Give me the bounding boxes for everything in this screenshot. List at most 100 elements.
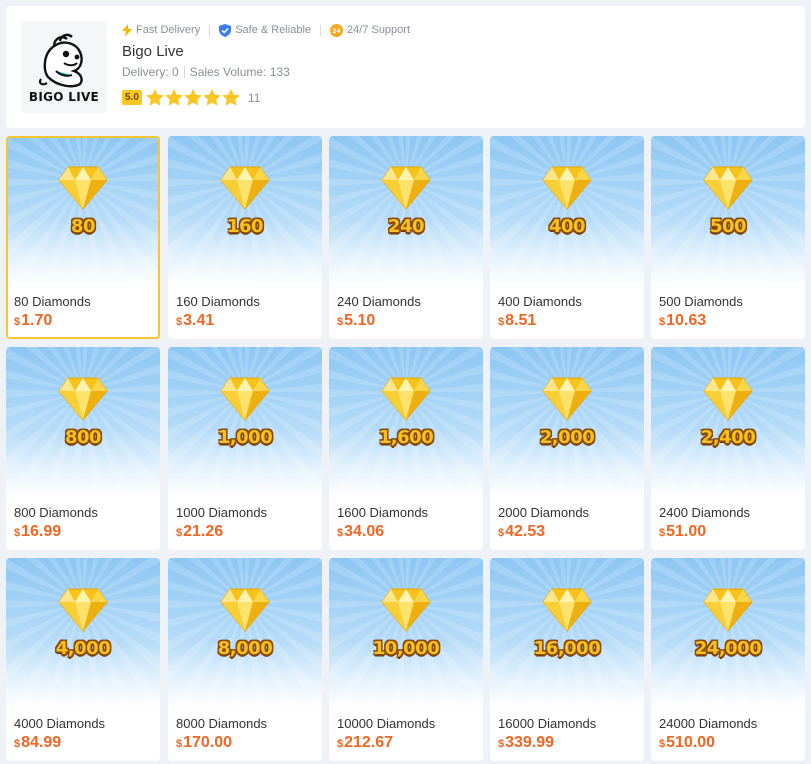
diamond-icon [542, 588, 592, 632]
product-price: $5.10 [337, 312, 375, 330]
diamond-amount-badge: 80 [70, 216, 96, 237]
product-card[interactable]: 2,400 2400 Diamonds $51.00 [651, 347, 805, 550]
product-card[interactable]: 80 80 Diamonds $1.70 [6, 136, 160, 339]
product-card[interactable]: 400 400 Diamonds $8.51 [490, 136, 644, 339]
product-title: 2000 Diamonds [498, 505, 590, 520]
feature-label: Fast Delivery [136, 24, 201, 36]
product-title: 10000 Diamonds [337, 716, 436, 731]
background-rays [168, 558, 322, 708]
product-card[interactable]: 500 500 Diamonds $10.63 [651, 136, 805, 339]
feature-fast-delivery: Fast Delivery [122, 23, 201, 37]
product-image: 24,000 [651, 558, 805, 708]
diamond-amount-badge: 4,000 [55, 638, 111, 659]
feature-list: Fast Delivery Safe & Reliable 24 24/7 Su… [122, 22, 410, 38]
currency-symbol: $ [176, 316, 183, 328]
product-card[interactable]: 4,000 4000 Diamonds $84.99 [6, 558, 160, 761]
delivery-count: Delivery: 0 [122, 65, 179, 79]
star-icon [203, 89, 221, 106]
feature-label: 24/7 Support [347, 24, 411, 36]
app-logo: BIGO LIVE [21, 21, 107, 113]
product-card[interactable]: 1,000 1000 Diamonds $21.26 [168, 347, 322, 550]
diamond-icon [703, 588, 753, 632]
price-value: 51.00 [666, 523, 707, 540]
product-price: $170.00 [176, 734, 232, 752]
feature-safe-reliable: Safe & Reliable [219, 23, 311, 37]
diamond-amount-badge: 400 [548, 216, 586, 237]
diamond-amount-badge: 800 [64, 427, 102, 448]
currency-symbol: $ [176, 527, 183, 539]
currency-symbol: $ [176, 738, 183, 750]
currency-symbol: $ [14, 738, 21, 750]
product-card[interactable]: 16,000 16000 Diamonds $339.99 [490, 558, 644, 761]
product-price: $1.70 [14, 312, 52, 330]
review-count: 11 [247, 90, 261, 105]
currency-symbol: $ [498, 527, 505, 539]
star-icon [222, 89, 240, 106]
price-value: 34.06 [344, 523, 385, 540]
background-rays [329, 558, 483, 708]
currency-symbol: $ [498, 738, 505, 750]
store-header: BIGO LIVE Fast Delivery Safe & Reliable … [6, 6, 805, 128]
product-image: 16,000 [490, 558, 644, 708]
currency-symbol: $ [659, 527, 666, 539]
diamond-icon [703, 166, 753, 210]
price-value: 3.41 [183, 312, 215, 329]
diamond-icon [542, 166, 592, 210]
product-card[interactable]: 1,600 1600 Diamonds $34.06 [329, 347, 483, 550]
store-meta: Delivery: 0 Sales Volume: 133 [122, 65, 290, 79]
diamond-icon [58, 166, 108, 210]
diamond-icon [220, 588, 270, 632]
price-value: 21.26 [183, 523, 224, 540]
price-value: 5.10 [344, 312, 376, 329]
star-icon [146, 89, 164, 106]
product-price: $42.53 [498, 523, 545, 541]
app-name: Bigo Live [122, 43, 184, 60]
background-rays [6, 347, 160, 497]
product-price: $8.51 [498, 312, 536, 330]
product-card[interactable]: 8,000 8000 Diamonds $170.00 [168, 558, 322, 761]
diamond-icon [703, 377, 753, 421]
diamond-icon [381, 166, 431, 210]
diamond-icon [58, 377, 108, 421]
product-card[interactable]: 24,000 24000 Diamonds $510.00 [651, 558, 805, 761]
logo-text: BIGO LIVE [28, 90, 100, 104]
diamond-icon [220, 166, 270, 210]
product-title: 16000 Diamonds [498, 716, 597, 731]
price-value: 212.67 [344, 734, 394, 751]
product-card[interactable]: 800 800 Diamonds $16.99 [6, 347, 160, 550]
price-value: 339.99 [505, 734, 555, 751]
diamond-icon [381, 588, 431, 632]
product-title: 160 Diamonds [176, 294, 260, 309]
product-card[interactable]: 160 160 Diamonds $3.41 [168, 136, 322, 339]
product-price: $212.67 [337, 734, 393, 752]
currency-symbol: $ [659, 738, 666, 750]
currency-symbol: $ [337, 738, 344, 750]
product-image: 500 [651, 136, 805, 286]
background-rays [651, 558, 805, 708]
diamond-amount-badge: 160 [226, 216, 264, 237]
background-rays [490, 558, 644, 708]
diamond-amount-badge: 240 [387, 216, 425, 237]
diamond-amount-badge: 24,000 [694, 638, 762, 659]
product-card[interactable]: 240 240 Diamonds $5.10 [329, 136, 483, 339]
product-image: 4,000 [6, 558, 160, 708]
currency-symbol: $ [659, 316, 666, 328]
bigo-mascot-icon [38, 33, 83, 88]
currency-symbol: $ [14, 316, 21, 328]
svg-text:24: 24 [332, 28, 340, 35]
background-rays [168, 136, 322, 286]
product-price: $510.00 [659, 734, 715, 752]
diamond-amount-badge: 2,400 [700, 427, 756, 448]
currency-symbol: $ [14, 527, 21, 539]
background-rays [490, 136, 644, 286]
product-card[interactable]: 10,000 10000 Diamonds $212.67 [329, 558, 483, 761]
rating-score: 5.0 [122, 90, 142, 105]
price-value: 42.53 [505, 523, 546, 540]
diamond-amount-badge: 8,000 [217, 638, 273, 659]
product-title: 800 Diamonds [14, 505, 98, 520]
product-card[interactable]: 2,000 2000 Diamonds $42.53 [490, 347, 644, 550]
product-price: $21.26 [176, 523, 223, 541]
product-title: 400 Diamonds [498, 294, 582, 309]
diamond-amount-badge: 16,000 [533, 638, 601, 659]
product-title: 240 Diamonds [337, 294, 421, 309]
